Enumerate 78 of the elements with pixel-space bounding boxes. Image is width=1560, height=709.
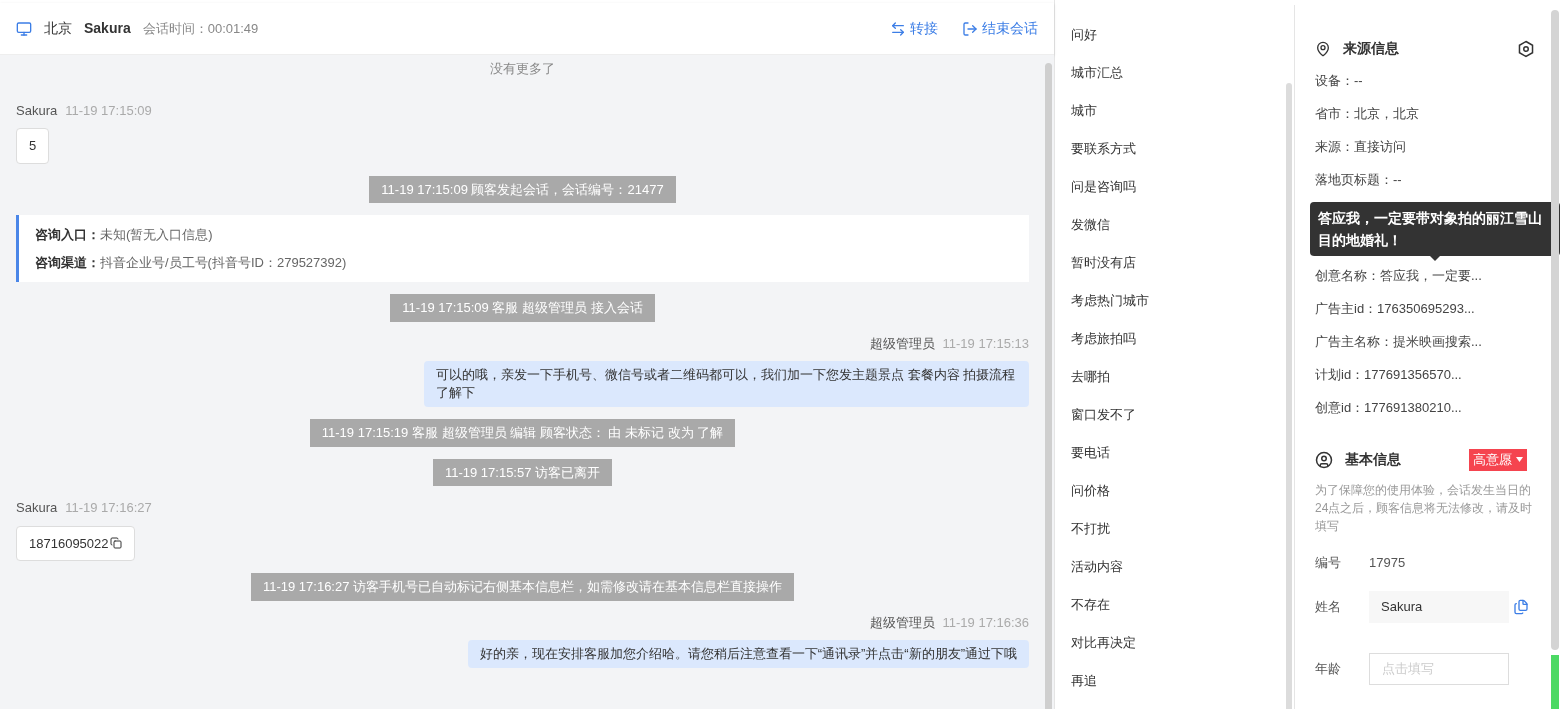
location-text: 北京	[44, 19, 72, 38]
copy-icon[interactable]	[109, 537, 122, 550]
source-info-row-text: 广告主名称：提米映画搜索...	[1315, 333, 1483, 351]
visitor-name: Sakura	[84, 19, 131, 38]
section-title: 基本信息	[1345, 450, 1401, 470]
quick-reply-item[interactable]: 活动内容	[1071, 557, 1286, 577]
location-pin-icon	[1315, 40, 1331, 57]
quick-reply-item[interactable]: 考虑热门城市	[1071, 291, 1286, 311]
field-label: 年龄	[1315, 659, 1342, 678]
scrollbar[interactable]	[1286, 83, 1292, 709]
name-field[interactable]: Sakura	[1369, 590, 1509, 623]
user-icon	[1315, 450, 1333, 469]
source-info-row-text: 省市：北京，北京	[1315, 105, 1420, 123]
quick-reply-item[interactable]: 暂时没有店	[1071, 253, 1286, 273]
quick-reply-item[interactable]: 问好	[1071, 25, 1286, 45]
quick-reply-item[interactable]: 城市	[1071, 101, 1286, 121]
system-notice: 11-19 17:15:09 客服 超级管理员 接入会话	[390, 294, 655, 322]
notice-text: 为了保障您的使用体验，会话发生当日的24点之后，顾客信息将无法修改，请及时填写	[1315, 481, 1534, 535]
source-info-row-text: 创意名称：答应我，一定要...	[1315, 267, 1483, 285]
system-notice: 11-19 17:15:09 顾客发起会话，会话编号：21477	[369, 175, 676, 203]
no-more-text: 没有更多了	[490, 60, 555, 78]
scrollbar[interactable]	[1045, 63, 1052, 709]
sender-name: Sakura	[16, 101, 58, 120]
system-notice: 11-19 17:16:27 访客手机号已自动标记右侧基本信息栏，如需修改请在基本信息栏直接操作	[250, 573, 795, 601]
quick-reply-item[interactable]: 不打扰	[1071, 519, 1286, 539]
scrollbar[interactable]	[1551, 10, 1559, 650]
quick-reply-item[interactable]: 要联系方式	[1071, 139, 1286, 159]
quick-reply-item[interactable]: 窗口发不了	[1071, 405, 1286, 425]
source-info-row-text: 落地页标题：--	[1315, 171, 1403, 189]
quick-reply-item[interactable]: 城市汇总	[1071, 63, 1286, 83]
message-time: 11-19 17:15:13	[942, 334, 1029, 353]
quick-reply-item[interactable]: 再追	[1071, 671, 1286, 691]
source-info-row-text: 创意id：177691380210...	[1315, 399, 1463, 417]
quick-reply-item[interactable]: 不存在	[1071, 595, 1286, 615]
scrollbar-indicator	[1551, 655, 1559, 709]
header-action-link[interactable]: 转接	[890, 18, 938, 39]
message-bubble: 好的亲，现在安排客服加您介绍哈。请您稍后注意查看一下“通讯录”并点击“新的朋友”通过下哦	[467, 640, 1029, 668]
sender-name: Sakura	[16, 499, 58, 517]
sender-name: 超级管理员	[869, 334, 935, 353]
copy-icon[interactable]	[1513, 598, 1529, 615]
quick-reply-item[interactable]: 问是咨询吗	[1071, 177, 1286, 197]
transfer-icon	[890, 20, 906, 37]
settings-icon[interactable]	[1517, 39, 1535, 58]
message-time: 11-19 17:15:09	[65, 101, 152, 120]
message-time: 11-19 17:16:27	[65, 499, 152, 517]
quick-reply-item[interactable]: 对比再决定	[1071, 633, 1286, 653]
header-action-link[interactable]: 结束会话	[962, 18, 1038, 39]
section-title: 来源信息	[1343, 39, 1399, 58]
quick-reply-item[interactable]: 去哪拍	[1071, 367, 1286, 387]
quick-reply-item[interactable]: 要电话	[1071, 443, 1286, 463]
system-notice: 11-19 17:15:19 客服 超级管理员 编辑 顾客状态： 由 未标记 改为 了解	[309, 419, 736, 447]
quick-reply-item[interactable]: 考虑旅拍吗	[1071, 329, 1286, 349]
entry-value: 未知(暂无入口信息)	[100, 226, 213, 244]
source-info-row-text: 设备：--	[1315, 72, 1364, 90]
source-info-row-text: 来源：直接访问	[1315, 138, 1407, 156]
caret-icon	[1516, 457, 1523, 463]
quick-reply-item[interactable]: 发微信	[1071, 215, 1286, 235]
field-value: 17975	[1369, 553, 1406, 572]
intent-tag[interactable]: 高意愿	[1469, 449, 1527, 471]
message-text: 18716095022	[29, 534, 109, 553]
system-notice: 11-19 17:15:57 访客已离开	[432, 458, 613, 486]
tooltip: 答应我，一定要带对象拍的丽江雪山目的地婚礼！	[1310, 202, 1560, 256]
sender-name: 超级管理员	[869, 613, 935, 632]
message-bubble: 可以的哦，亲发一下手机号、微信号或者二维码都可以，我们加一下您发主题景点 套餐内容 拍摄流程了解下	[424, 361, 1029, 407]
entry-label: 咨询渠道：	[35, 253, 100, 272]
tooltip-arrow	[1430, 256, 1440, 261]
session-duration: 会话时间：00:01:49	[142, 19, 259, 38]
source-info-row-text: 广告主id：176350695293...	[1315, 300, 1476, 318]
quick-reply-item[interactable]: 问价格	[1071, 481, 1286, 501]
monitor-icon	[16, 20, 32, 37]
message-time: 11-19 17:16:36	[942, 613, 1029, 632]
message-text: 5	[29, 137, 37, 155]
exit-icon	[962, 20, 978, 37]
entry-label: 咨询入口：	[35, 226, 100, 244]
source-info-row-text: 计划id：177691356570...	[1315, 366, 1463, 384]
field-label: 姓名	[1315, 597, 1342, 616]
entry-value: 抖音企业号/员工号(抖音号ID：279527392)	[100, 253, 347, 272]
field-label: 编号	[1315, 553, 1342, 572]
